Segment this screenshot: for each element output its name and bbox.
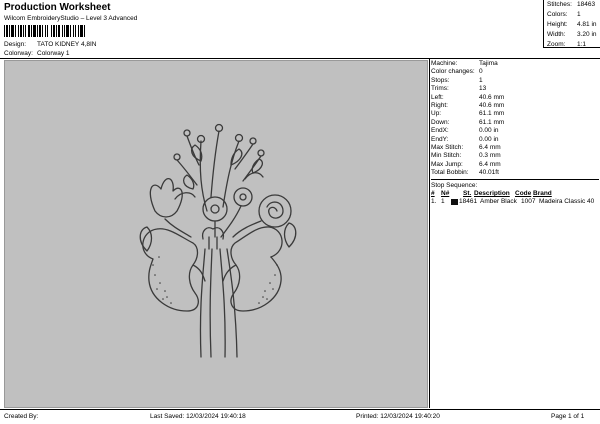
info-row: EndX: 0.00 in [431,127,599,135]
info-value: 6.4 mm [479,160,501,168]
color-swatch [451,199,458,206]
info-row: EndY: 0.00 in [431,136,599,144]
info-value: 40.6 mm [479,101,505,109]
colorway-value: Colorway 1 [37,50,70,57]
info-label: Machine: [431,60,458,67]
page-number: Page 1 of 1 [551,413,585,420]
info-row: Min Stitch: 0.3 mm [431,152,599,160]
info-row: Stops: 1 [431,77,599,85]
info-label: Max Jump: [431,160,463,168]
info-value: 13 [479,85,487,93]
column-header: # [431,190,435,198]
stat-label: Colors: [547,11,568,18]
stat-label: Width: [547,31,566,38]
panel-divider [429,58,430,408]
column-header: N# [441,190,450,198]
info-row: Trims: 13 [431,85,599,93]
barcode-bar [85,25,86,37]
stat-row: Colors: 1 [544,10,600,20]
design-preview [4,60,428,408]
info-label: Stops: [431,76,450,84]
thread-code: 1007 [521,198,536,206]
info-label: Color changes: [431,68,475,76]
created-by: Created By: [4,413,39,420]
column-header: St. [463,190,472,198]
info-value: 61.1 mm [479,110,505,118]
info-label: Max Stitch: [431,143,464,151]
info-row: Right: 40.6 mm [431,102,599,110]
info-label: Down: [431,118,450,126]
stat-value: 4.81 in [577,21,597,28]
worksheet-page: Production Worksheet Wilcom EmbroiderySt… [0,0,600,424]
column-header: Brand [533,190,552,198]
stat-row: Stitches: 18463 [544,0,600,10]
design-label: Design: [4,41,27,48]
info-row: Total Bobbin: 40.01ft [431,169,599,177]
stop-sequence-title: Stop Sequence: [431,182,478,190]
info-label: Trims: [431,85,449,93]
info-value: 40.01ft [479,169,499,177]
page-title: Production Worksheet [4,2,111,13]
stat-row: Zoom: 1:1 [544,40,600,50]
column-header: Code [515,190,532,198]
info-label: Left: [431,93,444,101]
info-label: EndX: [431,127,449,135]
info-label: Min Stitch: [431,152,462,160]
thread-brand: Madeira Classic 40 [539,198,595,206]
printed-date: Printed: 12/03/2024 19:40:20 [356,413,440,420]
needle-number: 1 [441,198,445,206]
info-row: Color changes: 0 [431,68,599,76]
header-divider [0,58,600,59]
embroidery-design-image [139,123,297,358]
info-label: Up: [431,110,442,118]
info-row: Machine: Tajima [431,60,599,68]
info-row: Down: 61.1 mm [431,119,599,127]
info-value: 1 [479,76,483,84]
info-label: EndY: [431,135,449,143]
thread-description: Amber Black [480,198,517,206]
stat-value: 1 [577,11,581,18]
stat-value: 3.20 in [577,31,597,38]
stitch-count: 18461 [459,198,478,206]
stat-label: Height: [547,21,568,28]
info-value: 61.1 mm [479,118,505,126]
last-saved: Last Saved: 12/03/2024 19:40:18 [150,413,246,420]
stat-row: Height: 4.81 in [544,20,600,30]
info-row: Max Stitch: 6.4 mm [431,144,599,152]
stat-value: 18463 [577,1,596,8]
info-row: Up: 61.1 mm [431,110,599,118]
info-value: 40.6 mm [479,93,505,101]
stat-label: Stitches: [547,1,572,8]
stat-row: Width: 3.20 in [544,30,600,40]
stop-sequence-header: # N# St. Description Code Brand [431,190,599,198]
info-value: 6.4 mm [479,143,501,151]
stats-box: Stitches: 18463 Colors: 1 Height: 4.81 in W… [543,0,600,48]
table-row: 1. 1 18461 Amber Black 1007 Madeira Classic 4… [431,198,599,206]
stat-label: Zoom: [547,41,566,48]
stat-value: 1:1 [577,41,587,48]
info-value: 0 [479,68,483,76]
barcode [4,25,110,37]
info-value: 0.00 in [479,127,499,135]
colorway-row: Colorway: Colorway 1 [4,50,70,57]
software-name: Wilcom EmbroideryStudio – Level 3 Advanc… [4,15,138,22]
info-value: 0.00 in [479,135,499,143]
info-value: 0.3 mm [479,152,501,160]
footer-divider [0,409,600,410]
colorway-label: Colorway: [4,50,33,57]
panel-separator [431,179,599,181]
info-value: Tajima [479,60,498,67]
machine-info-panel: Machine: Tajima Color changes: 0 Stops: 1 Trim… [431,60,599,206]
design-value: TATO KIDNEY 4,8IN [37,41,97,48]
info-label: Right: [431,101,448,109]
design-row: Design: TATO KIDNEY 4,8IN [4,41,96,48]
column-header: Description [474,190,510,198]
info-label: Total Bobbin: [431,169,469,177]
info-row: Left: 40.6 mm [431,94,599,102]
info-row: Max Jump: 6.4 mm [431,161,599,169]
row-number: 1. [431,198,437,206]
